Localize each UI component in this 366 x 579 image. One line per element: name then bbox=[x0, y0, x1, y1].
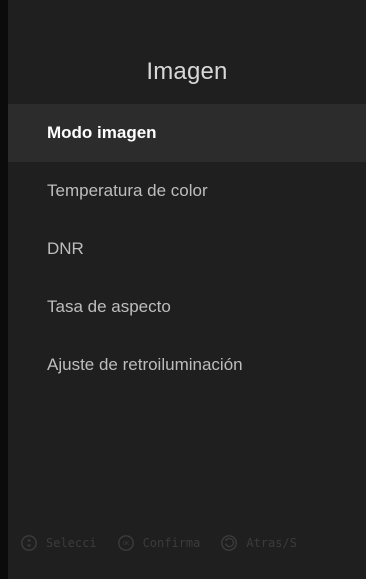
menu-item-dnr[interactable]: DNR bbox=[8, 220, 366, 278]
menu-item-picture-mode[interactable]: Modo imagen bbox=[8, 104, 366, 162]
menu-item-color-temperature[interactable]: Temperatura de color bbox=[8, 162, 366, 220]
picture-settings-panel: Imagen Modo imagen Temperatura de color … bbox=[8, 0, 366, 579]
svg-text:OK: OK bbox=[122, 541, 129, 547]
hint-label: Selecci bbox=[46, 536, 97, 550]
page-title: Imagen bbox=[146, 58, 228, 85]
hint-label: Confirma bbox=[142, 536, 201, 550]
dpad-updown-icon bbox=[21, 535, 37, 551]
hint-confirm: OK Confirma bbox=[117, 534, 201, 552]
menu-item-label: Tasa de aspecto bbox=[47, 297, 171, 316]
menu-item-aspect-ratio[interactable]: Tasa de aspecto bbox=[8, 278, 366, 336]
menu-item-label: Modo imagen bbox=[47, 123, 157, 142]
hint-select: Selecci bbox=[20, 534, 97, 552]
hint-back: Atras/S bbox=[220, 534, 297, 552]
hint-label: Atras/S bbox=[246, 536, 297, 550]
settings-menu: Modo imagen Temperatura de color DNR Tas… bbox=[8, 104, 366, 394]
ok-button-icon: OK bbox=[117, 535, 134, 551]
menu-item-backlight[interactable]: Ajuste de retroiluminación bbox=[8, 336, 366, 394]
menu-item-label: DNR bbox=[47, 239, 84, 258]
footer-hints: Selecci OK Confirma Atras/S bbox=[20, 531, 366, 555]
menu-item-label: Temperatura de color bbox=[47, 181, 208, 200]
menu-item-label: Ajuste de retroiluminación bbox=[47, 355, 243, 374]
back-arrow-icon bbox=[221, 535, 238, 551]
